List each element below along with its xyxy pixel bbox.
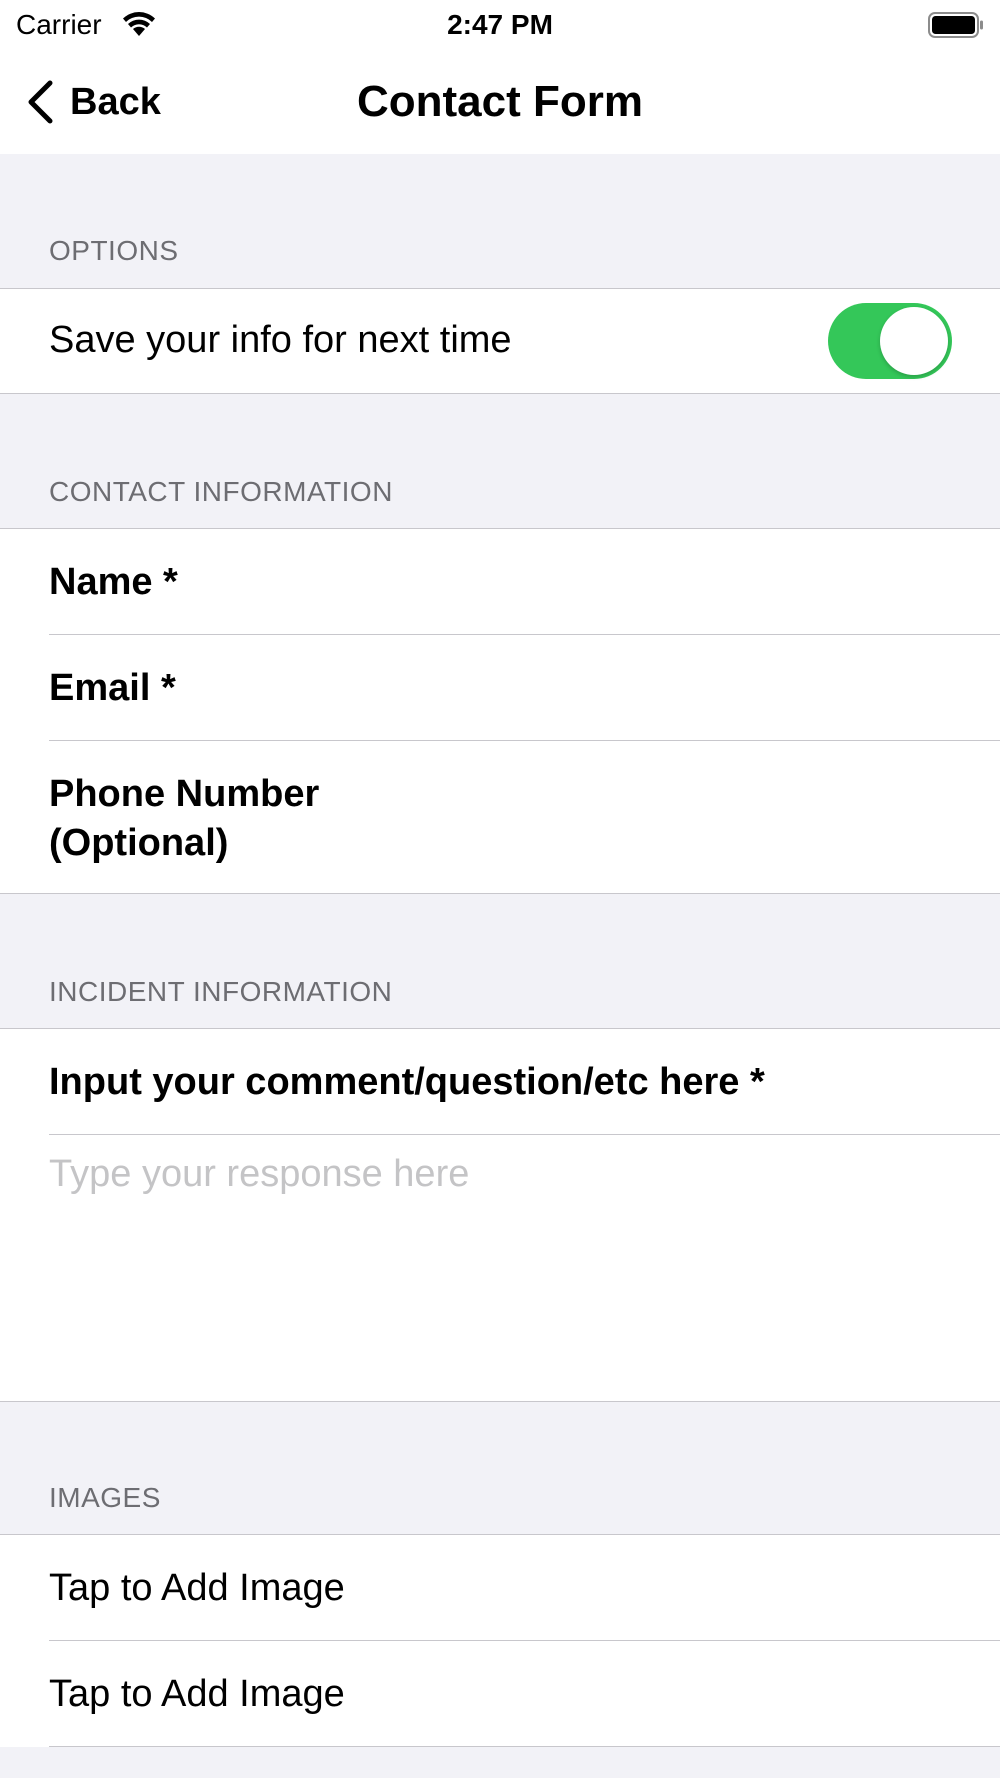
- page-title: Contact Form: [357, 77, 643, 126]
- incident-group: Input your comment/question/etc here *: [0, 1028, 1000, 1402]
- name-field-label: Name *: [49, 561, 178, 603]
- comment-field-label: Input your comment/question/etc here *: [49, 1061, 765, 1103]
- section-header-contact: CONTACT INFORMATION: [49, 476, 393, 507]
- images-group: Tap to Add Image Tap to Add Image: [0, 1534, 1000, 1747]
- phone-field-row[interactable]: Phone Number (Optional): [0, 741, 1000, 893]
- add-image-label: Tap to Add Image: [49, 1673, 345, 1715]
- comment-label-row: Input your comment/question/etc here *: [0, 1029, 1000, 1135]
- add-image-label: Tap to Add Image: [49, 1567, 345, 1609]
- save-info-row: Save your info for next time: [0, 289, 1000, 393]
- row-divider: [49, 1746, 1000, 1747]
- section-header-incident: INCIDENT INFORMATION: [49, 976, 393, 1007]
- toggle-knob: [880, 307, 948, 375]
- email-field-label: Email *: [49, 667, 176, 709]
- status-bar: Carrier 2:47 PM: [0, 0, 1000, 52]
- contact-group: Name * Email * Phone Number (Optional): [0, 528, 1000, 894]
- save-info-label: Save your info for next time: [49, 319, 512, 361]
- navigation-bar: Back Contact Form: [0, 52, 1000, 154]
- save-info-toggle[interactable]: [828, 303, 952, 379]
- phone-field-label-line2: (Optional): [49, 822, 229, 864]
- contact-form-screen: Carrier 2:47 PM Back Contact Form OPTION…: [0, 0, 1000, 1778]
- name-field-row[interactable]: Name *: [0, 529, 1000, 635]
- status-time: 2:47 PM: [447, 9, 553, 40]
- section-header-images: IMAGES: [49, 1482, 161, 1513]
- options-group: Save your info for next time: [0, 288, 1000, 394]
- add-image-row[interactable]: Tap to Add Image: [0, 1535, 1000, 1641]
- phone-field-label-line1: Phone Number: [49, 773, 320, 815]
- response-textarea[interactable]: [49, 1153, 949, 1373]
- battery-icon: [928, 12, 983, 38]
- section-header-options: OPTIONS: [49, 235, 179, 266]
- response-row: [0, 1135, 1000, 1401]
- add-image-row[interactable]: Tap to Add Image: [0, 1641, 1000, 1747]
- email-field-row[interactable]: Email *: [0, 635, 1000, 741]
